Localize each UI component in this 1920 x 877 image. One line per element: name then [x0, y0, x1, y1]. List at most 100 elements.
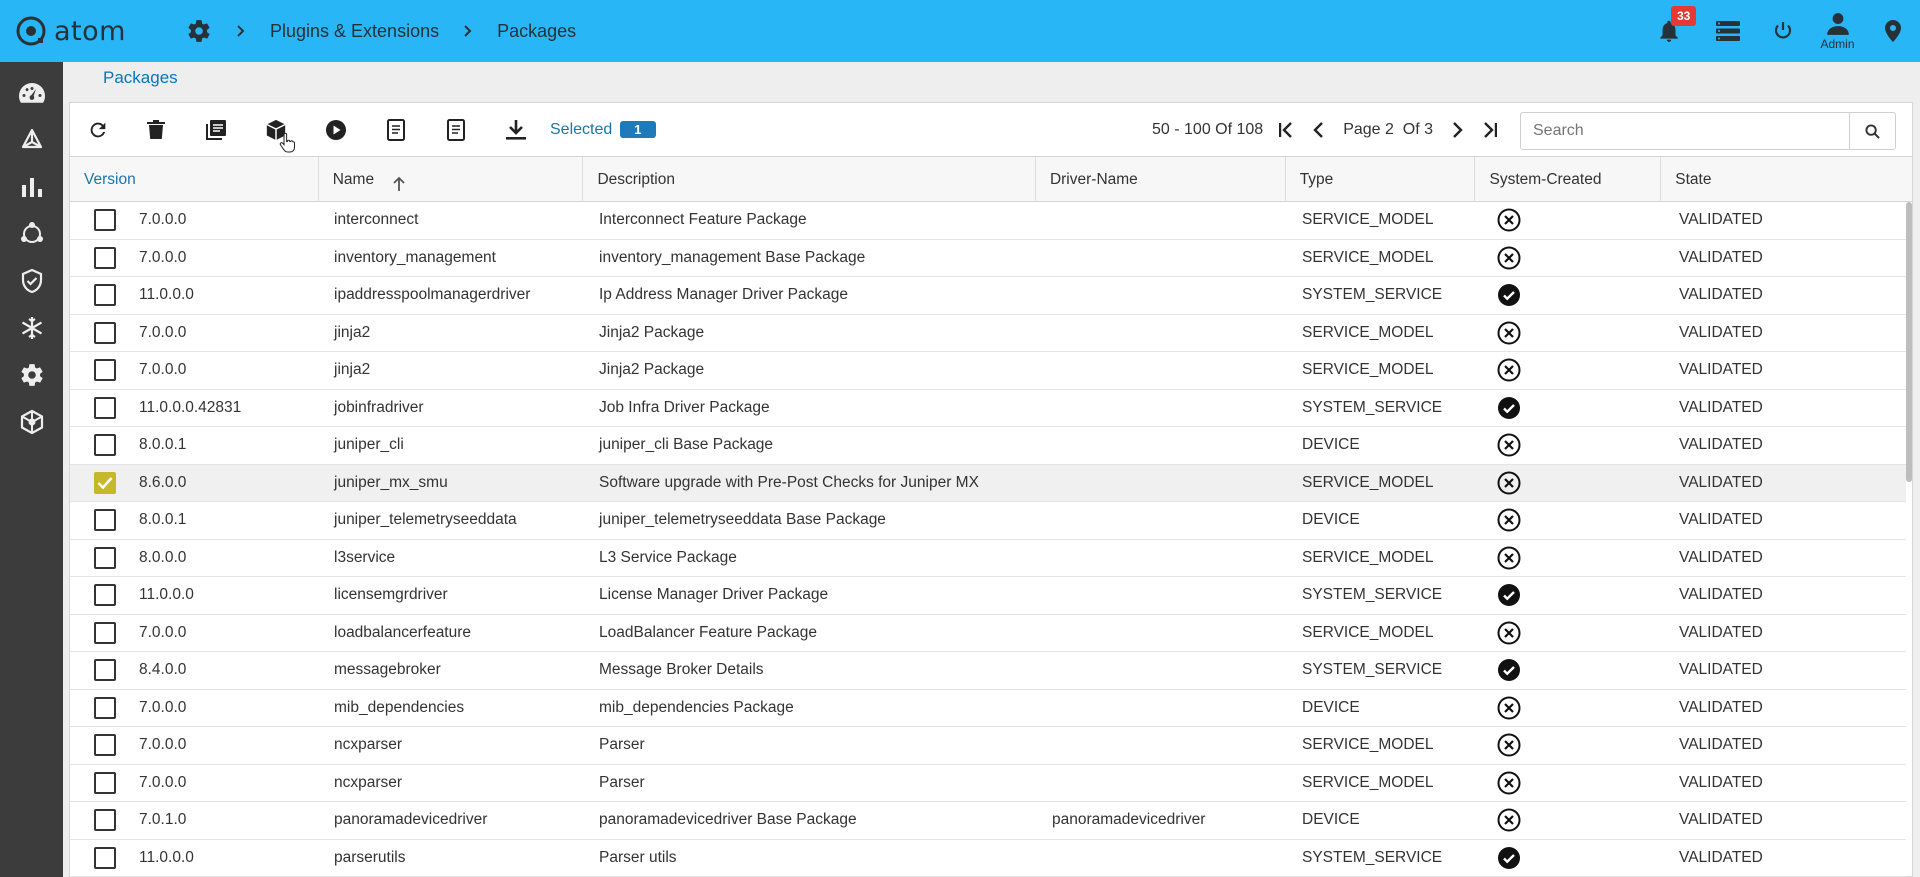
table-row[interactable]: 8.0.0.1 juniper_telemetryseeddata junipe… [70, 502, 1906, 540]
checkbox-checked[interactable] [93, 471, 116, 494]
delete-button[interactable] [126, 103, 186, 157]
location-button[interactable] [1865, 0, 1920, 62]
sidebar-item-network[interactable] [0, 211, 63, 256]
column-header-description[interactable]: Description [583, 157, 1036, 202]
checkbox[interactable] [93, 734, 116, 757]
checkbox[interactable] [93, 359, 116, 382]
sort-ascending-icon [393, 176, 405, 191]
checkbox[interactable] [93, 809, 116, 832]
first-page-button[interactable] [1271, 103, 1303, 157]
table-row[interactable]: 11.0.0.0 ipaddresspoolmanagerdriver Ip A… [70, 277, 1906, 315]
cell-description: juniper_cli Base Package [599, 436, 774, 454]
checkbox[interactable] [93, 659, 116, 682]
checkbox[interactable] [93, 246, 116, 269]
table-row[interactable]: 7.0.0.0 inventory_management inventory_m… [70, 240, 1906, 277]
cell-version: 7.0.1.0 [139, 811, 187, 829]
user-menu-button[interactable]: Admin [1810, 0, 1865, 62]
table-row[interactable]: 11.0.0.0.42831 jobinfradriver Job Infra … [70, 390, 1906, 427]
checkbox[interactable] [93, 509, 116, 532]
checkbox[interactable] [93, 846, 116, 869]
cell-type: SERVICE_MODEL [1302, 773, 1434, 791]
table-row[interactable]: 11.0.0.0 licensemgrdriver License Manage… [70, 577, 1906, 615]
power-button[interactable] [1755, 0, 1810, 62]
cell-type: SYSTEM_SERVICE [1302, 286, 1443, 304]
table-row[interactable]: 11.0.0.0 parserutils Parser utils SYSTEM… [70, 840, 1906, 877]
table-row[interactable]: 7.0.0.0 ncxparser Parser SERVICE_MODEL V… [70, 727, 1906, 765]
checkbox[interactable] [93, 621, 116, 644]
column-header-system-created[interactable]: System-Created [1475, 157, 1662, 202]
column-header-state[interactable]: State [1661, 157, 1912, 202]
checkbox[interactable] [93, 584, 116, 607]
table-row[interactable]: 7.0.0.0 ncxparser Parser SERVICE_MODEL V… [70, 765, 1906, 802]
checkbox[interactable] [93, 396, 116, 419]
sidebar-item-dashboard[interactable] [0, 70, 63, 115]
cell-name: interconnect [334, 211, 419, 229]
breadcrumb-item-plugins[interactable]: Plugins & Extensions [270, 21, 439, 42]
x-circle-icon [1497, 733, 1521, 757]
checkbox[interactable] [93, 771, 116, 794]
cell-description: Parser [599, 736, 645, 754]
refresh-button[interactable] [70, 103, 126, 157]
previous-page-button[interactable] [1303, 103, 1335, 157]
document-button-1[interactable] [366, 103, 426, 157]
checkbox[interactable] [93, 209, 116, 232]
cell-version: 8.0.0.1 [139, 436, 187, 454]
view-list-button[interactable] [186, 103, 246, 157]
run-button[interactable] [306, 103, 366, 157]
cell-version: 8.4.0.0 [139, 661, 187, 679]
checkbox[interactable] [93, 434, 116, 457]
table-row[interactable]: 8.0.0.1 juniper_cli juniper_cli Base Pac… [70, 427, 1906, 465]
row-checkbox-cell [70, 540, 139, 577]
search-input[interactable] [1521, 113, 1849, 149]
checkbox[interactable] [93, 284, 116, 307]
server-list-button[interactable] [1700, 0, 1755, 62]
sidebar-item-snowflake[interactable] [0, 305, 63, 350]
gear-icon[interactable] [186, 18, 212, 44]
logo[interactable]: atom [14, 14, 144, 48]
document-button-2[interactable] [426, 103, 486, 157]
last-page-button[interactable] [1473, 103, 1505, 157]
next-page-button[interactable] [1441, 103, 1473, 157]
checkbox[interactable] [93, 546, 116, 569]
package-button[interactable] [246, 103, 306, 157]
table-row[interactable]: 7.0.0.0 loadbalancerfeature LoadBalancer… [70, 615, 1906, 652]
table-row[interactable]: 8.4.0.0 messagebroker Message Broker Det… [70, 652, 1906, 690]
column-header-name[interactable]: Name [319, 157, 584, 202]
column-header-driver-name[interactable]: Driver-Name [1036, 157, 1286, 202]
column-header-version[interactable]: Version [70, 157, 319, 202]
sidebar-item-packages[interactable] [0, 399, 63, 444]
download-button[interactable] [486, 103, 546, 157]
check-circle-icon [1497, 846, 1521, 870]
table-row[interactable]: 7.0.1.0 panoramadevicedriver panoramadev… [70, 802, 1906, 840]
cell-driver-name [1037, 202, 1287, 239]
table-row[interactable]: 7.0.0.0 interconnect Interconnect Featur… [70, 202, 1906, 240]
table-row[interactable]: 7.0.0.0 jinja2 Jinja2 Package SERVICE_MO… [70, 352, 1906, 390]
cell-name: juniper_mx_smu [334, 473, 448, 491]
checkbox[interactable] [93, 321, 116, 344]
table-row[interactable]: 7.0.0.0 jinja2 Jinja2 Package SERVICE_MO… [70, 315, 1906, 352]
table-row[interactable]: 8.0.0.0 l3service L3 Service Package SER… [70, 540, 1906, 577]
sidebar-item-security[interactable] [0, 258, 63, 303]
cell-state: VALIDATED [1679, 811, 1763, 829]
refresh-icon [90, 122, 106, 137]
atom-logo-icon [16, 16, 46, 46]
notifications-button[interactable]: 33 [1641, 0, 1697, 62]
cube-outline-icon [21, 128, 42, 148]
column-header-type[interactable]: Type [1286, 157, 1476, 202]
chevron-left-icon [1313, 122, 1324, 138]
sidebar-item-settings[interactable] [0, 352, 63, 397]
table-row[interactable]: 8.6.0.0 juniper_mx_smu Software upgrade … [70, 464, 1906, 502]
cell-name: mib_dependencies [334, 698, 465, 716]
sidebar-item-analytics[interactable] [0, 164, 63, 209]
pagination: 50 - 100 Of 108 Page 2 Of 3 [1152, 103, 1505, 157]
cell-driver-name [1037, 277, 1287, 314]
search-button[interactable] [1849, 113, 1895, 149]
chevron-right-icon [1453, 122, 1463, 138]
checkbox[interactable] [93, 696, 116, 719]
cell-version: 7.0.0.0 [139, 736, 187, 754]
cell-state: VALIDATED [1679, 361, 1763, 379]
row-checkbox-cell [70, 615, 139, 652]
vertical-scrollbar[interactable] [1906, 202, 1912, 482]
table-row[interactable]: 7.0.0.0 mib_dependencies mib_dependencie… [70, 690, 1906, 727]
sidebar-item-topology[interactable] [0, 117, 63, 162]
